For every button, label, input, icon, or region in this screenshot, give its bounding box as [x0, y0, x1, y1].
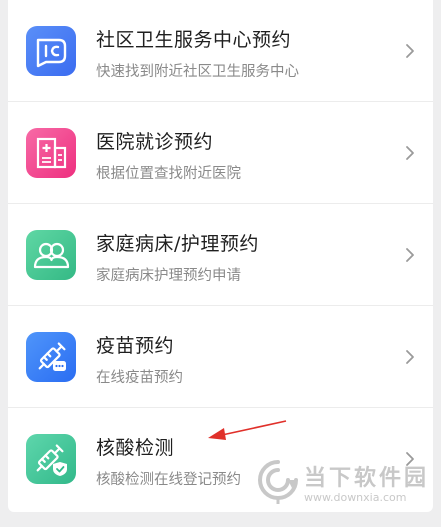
service-title: 核酸检测	[96, 437, 175, 459]
service-subtitle: 家庭病床护理预约申请	[96, 268, 241, 284]
service-item-hospital[interactable]: 医院就诊预约 根据位置查找附近医院	[8, 102, 433, 204]
service-subtitle: 快速找到附近社区卫生服务中心	[96, 64, 299, 80]
service-list: 社区卫生服务中心预约 快速找到附近社区卫生服务中心 医院就诊预约 根据位置查找附…	[8, 0, 433, 512]
service-item-community-health[interactable]: 社区卫生服务中心预约 快速找到附近社区卫生服务中心	[8, 0, 433, 102]
chevron-right-icon	[404, 247, 416, 263]
watermark: 当下软件园 www.downxia.com	[258, 458, 438, 514]
watermark-text: 当下软件园	[304, 466, 430, 491]
service-title: 社区卫生服务中心预约	[96, 29, 292, 51]
service-title: 医院就诊预约	[96, 131, 214, 153]
service-subtitle: 根据位置查找附近医院	[96, 166, 241, 182]
watermark-logo-icon	[258, 460, 298, 504]
watermark-url: www.downxia.com	[304, 491, 407, 504]
service-item-vaccine[interactable]: 疫苗预约 在线疫苗预约	[8, 306, 433, 408]
family-care-icon	[26, 230, 76, 280]
community-health-icon	[26, 26, 76, 76]
chevron-right-icon	[404, 145, 416, 161]
service-subtitle: 核酸检测在线登记预约	[96, 472, 241, 488]
hospital-icon	[26, 128, 76, 178]
chevron-right-icon	[404, 43, 416, 59]
vaccine-icon	[26, 332, 76, 382]
service-title: 疫苗预约	[96, 335, 175, 357]
chevron-right-icon	[404, 349, 416, 365]
service-title: 家庭病床/护理预约	[96, 233, 259, 255]
service-item-family-care[interactable]: 家庭病床/护理预约 家庭病床护理预约申请	[8, 204, 433, 306]
service-subtitle: 在线疫苗预约	[96, 370, 183, 386]
nucleic-test-icon	[26, 434, 76, 484]
